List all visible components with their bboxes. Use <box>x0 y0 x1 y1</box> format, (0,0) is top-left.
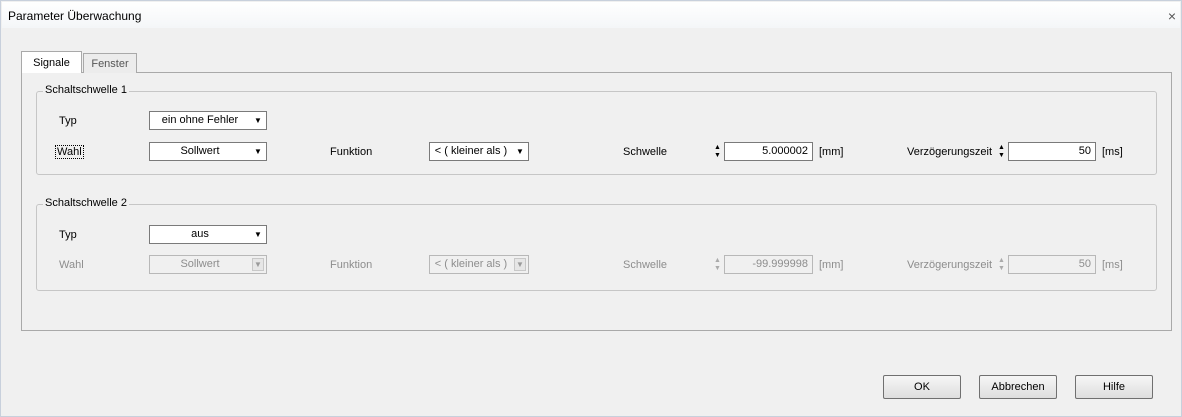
group-2-legend: Schaltschwelle 2 <box>43 197 129 209</box>
group-1-legend: Schaltschwelle 1 <box>43 84 129 96</box>
tab-fenster-label: Fenster <box>91 57 129 70</box>
typ-label-2: Typ <box>59 229 77 241</box>
wahl-select-2: Sollwert ▼ <box>149 255 267 274</box>
chevron-down-icon: ▼ <box>254 147 262 156</box>
typ-select-2[interactable]: aus ▼ <box>149 225 267 244</box>
funktion-select-2-value: < ( kleiner als ) <box>434 258 508 270</box>
verzoegerung-input-2: 50 <box>1008 255 1096 274</box>
schwelle-label-2: Schwelle <box>623 259 668 271</box>
dialog-window: Parameter Überwachung × Signale Fenster … <box>0 0 1182 417</box>
funktion-label-1: Funktion <box>330 146 373 158</box>
cancel-button[interactable]: Abbrechen <box>979 375 1057 399</box>
verzoegerung-spinner-1-icon[interactable]: ▲ ▼ <box>997 142 1006 161</box>
group-schaltschwelle-1: Schaltschwelle 1 Typ ein ohne Fehler ▼ W… <box>36 84 1157 175</box>
typ-label-1: Typ <box>59 115 77 127</box>
chevron-down-icon: ▼ <box>254 230 262 239</box>
tab-fenster[interactable]: Fenster <box>83 53 137 73</box>
tab-signale-label: Signale <box>33 56 70 69</box>
chevron-down-icon: ▼ <box>516 147 524 156</box>
wahl-label-1: Wahl <box>55 145 84 159</box>
ok-button-label: OK <box>914 381 930 393</box>
verzoegerung-label-1: Verzögerungszeit <box>907 146 992 158</box>
cancel-button-label: Abbrechen <box>991 381 1045 393</box>
verzoegerung-input-1[interactable]: 50 <box>1008 142 1096 161</box>
verzoegerung-unit-2: [ms] <box>1102 259 1123 271</box>
schwelle-spinner-2-icon: ▲ ▼ <box>714 256 721 272</box>
verzoegerung-label-2: Verzögerungszeit <box>907 259 992 271</box>
typ-select-2-value: aus <box>191 228 209 240</box>
ok-button[interactable]: OK <box>883 375 961 399</box>
verzoegerung-spinner-2-icon: ▲ ▼ <box>998 256 1005 272</box>
tab-signale[interactable]: Signale <box>21 51 82 73</box>
wahl-select-1-value: Sollwert <box>180 145 220 157</box>
title-bar: Parameter Überwachung × <box>2 2 1180 28</box>
schwelle-input-2: -99.999998 <box>724 255 813 274</box>
close-icon[interactable]: × <box>1168 8 1176 24</box>
schwelle-label-1: Schwelle <box>623 146 668 158</box>
help-button-label: Hilfe <box>1102 381 1125 393</box>
schwelle-spinner-1-icon[interactable]: ▲ ▼ <box>713 142 722 161</box>
wahl-label-1-text: Wahl <box>55 145 84 159</box>
chevron-down-icon: ▼ <box>254 116 262 125</box>
wahl-select-2-value: Sollwert <box>180 258 220 270</box>
chevron-down-icon: ▼ <box>514 258 526 271</box>
group-schaltschwelle-2: Schaltschwelle 2 Typ aus ▼ Wahl Sollwert… <box>36 197 1157 291</box>
typ-select-1[interactable]: ein ohne Fehler ▼ <box>149 111 267 130</box>
window-title: Parameter Überwachung <box>8 9 142 23</box>
funktion-select-1-value: < ( kleiner als ) <box>434 145 508 157</box>
typ-select-1-value: ein ohne Fehler <box>161 114 239 126</box>
schwelle-unit-1: [mm] <box>819 146 844 158</box>
chevron-down-icon: ▼ <box>252 258 264 271</box>
funktion-select-1[interactable]: < ( kleiner als ) ▼ <box>429 142 529 161</box>
wahl-label-2: Wahl <box>59 259 84 271</box>
funktion-label-2: Funktion <box>330 259 373 271</box>
help-button[interactable]: Hilfe <box>1075 375 1153 399</box>
tab-panel-signale: Schaltschwelle 1 Typ ein ohne Fehler ▼ W… <box>21 72 1172 331</box>
funktion-select-2: < ( kleiner als ) ▼ <box>429 255 529 274</box>
schwelle-input-1[interactable]: 5.000002 <box>724 142 813 161</box>
schwelle-unit-2: [mm] <box>819 259 844 271</box>
wahl-select-1[interactable]: Sollwert ▼ <box>149 142 267 161</box>
verzoegerung-unit-1: [ms] <box>1102 146 1123 158</box>
